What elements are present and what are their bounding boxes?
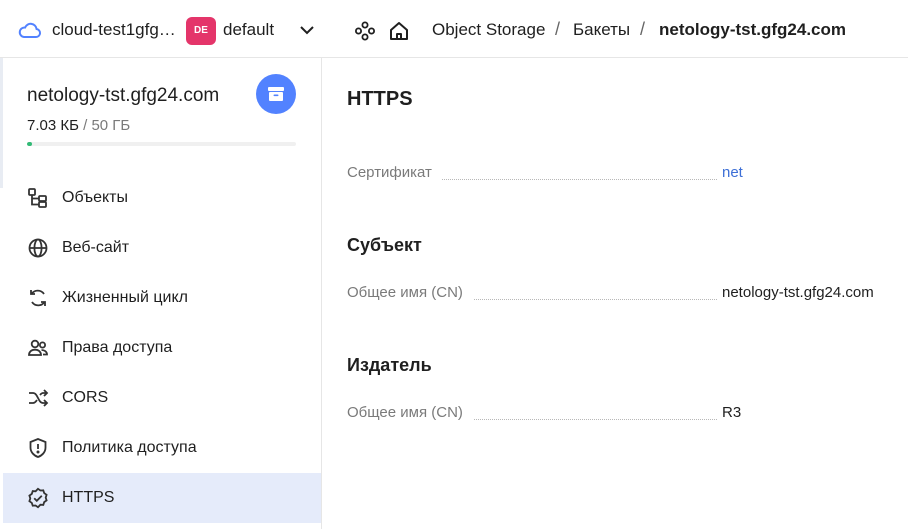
chevron-down-icon[interactable]	[298, 22, 316, 38]
sidebar-item-label: Политика доступа	[62, 439, 197, 456]
certificate-label: Сертификат	[347, 164, 432, 181]
usage-progress-fill	[27, 142, 32, 146]
issuer-cn-label: Общее имя (CN)	[347, 404, 463, 421]
certificate-row: Сертификат net	[347, 164, 908, 186]
dotted-leader	[474, 299, 717, 300]
sidebar-item-label: Объекты	[62, 189, 128, 206]
issuer-cn-row: Общее имя (CN) R3	[347, 404, 908, 426]
shield-icon	[27, 437, 49, 459]
archive-icon	[268, 87, 284, 101]
subject-heading: Субъект	[347, 235, 422, 255]
sidebar-item-access-rights[interactable]: Права доступа	[3, 323, 321, 373]
breadcrumb-separator: /	[555, 19, 561, 39]
usage-progress-bar	[27, 142, 296, 146]
subject-cn-row: Общее имя (CN) netology-tst.gfg24.com	[347, 284, 908, 306]
usage-limit: / 50 ГБ	[83, 117, 131, 134]
cloud-name[interactable]: cloud-test1gfg…	[52, 20, 176, 40]
services-icon[interactable]	[354, 20, 376, 42]
shuffle-icon	[27, 387, 49, 409]
lifecycle-icon	[27, 287, 49, 309]
sidebar-item-access-policy[interactable]: Политика доступа	[3, 423, 321, 473]
main-content: HTTPS Сертификат net Субъект Общее имя (…	[322, 58, 908, 529]
sidebar-item-label: Права доступа	[62, 339, 173, 356]
sidebar-item-label: HTTPS	[62, 489, 115, 506]
dotted-leader	[442, 179, 717, 180]
bucket-avatar	[256, 74, 296, 114]
breadcrumb-separator: /	[640, 19, 646, 39]
sidebar-item-label: CORS	[62, 389, 109, 406]
breadcrumb-object-storage[interactable]: Object Storage	[432, 20, 545, 40]
issuer-heading: Издатель	[347, 355, 432, 375]
sidebar: netology-tst.gfg24.com 7.03 КБ / 50 ГБ О…	[0, 58, 322, 529]
cloud-icon	[18, 20, 42, 40]
usage-used: 7.03 КБ	[27, 117, 79, 134]
users-icon	[27, 337, 49, 359]
home-icon[interactable]	[388, 20, 410, 42]
badge-check-icon	[27, 487, 49, 509]
issuer-cn-value: R3	[722, 404, 742, 421]
subject-cn-label: Общее имя (CN)	[347, 284, 463, 301]
sidebar-item-label: Жизненный цикл	[62, 289, 188, 306]
top-bar: cloud-test1gfg… DE default Object Storag…	[0, 0, 908, 58]
sidebar-item-lifecycle[interactable]: Жизненный цикл	[3, 273, 321, 323]
certificate-link[interactable]: net	[722, 164, 743, 181]
subject-cn-value: netology-tst.gfg24.com	[722, 284, 874, 301]
objects-icon	[27, 187, 49, 209]
sidebar-item-website[interactable]: Веб-сайт	[3, 223, 321, 273]
sidebar-item-https[interactable]: HTTPS	[3, 473, 321, 523]
sidebar-edge	[0, 58, 3, 188]
page-title: HTTPS	[347, 88, 413, 110]
folder-badge[interactable]: DE	[186, 17, 216, 45]
bucket-usage: 7.03 КБ / 50 ГБ	[27, 117, 130, 134]
dotted-leader	[474, 419, 717, 420]
sidebar-item-objects[interactable]: Объекты	[3, 173, 321, 223]
breadcrumb-current-bucket: netology-tst.gfg24.com	[659, 20, 847, 39]
bucket-name: netology-tst.gfg24.com	[27, 85, 220, 106]
globe-icon	[27, 237, 49, 259]
folder-name[interactable]: default	[223, 20, 274, 40]
sidebar-item-label: Веб-сайт	[62, 239, 130, 256]
breadcrumb-buckets[interactable]: Бакеты	[573, 20, 630, 40]
sidebar-item-cors[interactable]: CORS	[3, 373, 321, 423]
